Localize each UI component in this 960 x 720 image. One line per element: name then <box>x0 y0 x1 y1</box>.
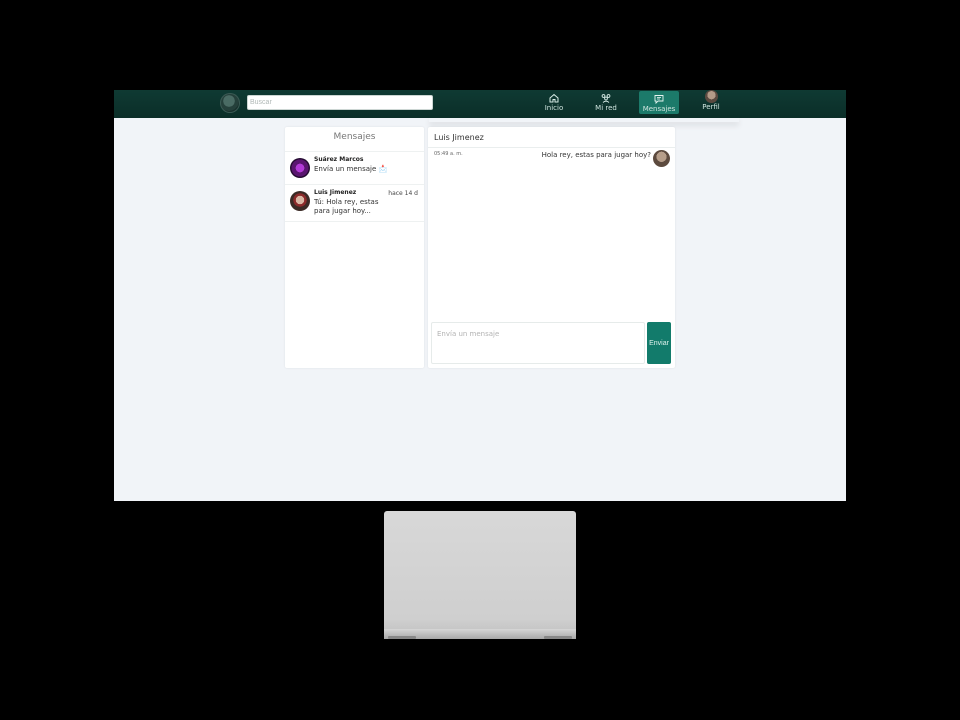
nav-label: Inicio <box>544 104 564 112</box>
monitor-stand <box>384 511 576 639</box>
avatar <box>653 150 670 167</box>
avatar <box>704 90 718 103</box>
monitor-screen: Inicio Mi red Mensajes Perfil Me <box>114 90 846 501</box>
chat-panel: Luis Jimenez 05:49 a. m. Hola rey, estas… <box>428 127 675 368</box>
conversation-name: Suárez Marcos <box>314 156 364 163</box>
message-text: Hola rey, estas para jugar hoy? <box>541 151 651 159</box>
conversation-preview: Tú: Hola rey, estas para jugar hoy... <box>314 198 379 215</box>
message-input[interactable] <box>431 322 645 364</box>
divider <box>428 147 675 148</box>
nav-item-mi-red[interactable]: Mi red <box>586 90 626 114</box>
home-icon <box>549 93 559 103</box>
conversation-name: Luis Jimenez <box>314 189 357 196</box>
list-item[interactable]: Suárez Marcos Envía un mensaje 📩 <box>285 151 424 183</box>
navbar-shadow <box>429 116 739 122</box>
app-logo[interactable] <box>220 93 240 113</box>
chat-contact-name: Luis Jimenez <box>434 133 484 142</box>
message-icon <box>654 95 664 105</box>
message-time: 05:49 a. m. <box>434 151 463 157</box>
stand-foot-left <box>388 636 416 639</box>
stand-foot-right <box>544 636 572 639</box>
avatar <box>290 191 310 211</box>
list-item[interactable]: Luis Jimenez hace 14 d Tú: Hola rey, est… <box>285 184 424 222</box>
people-icon <box>601 94 611 103</box>
conversation-preview: Envía un mensaje 📩 <box>314 165 388 173</box>
nav-label: Mensajes <box>642 105 676 113</box>
nav-item-inicio[interactable]: Inicio <box>534 90 574 114</box>
search-input[interactable] <box>247 95 433 110</box>
avatar <box>290 158 310 178</box>
top-navbar: Inicio Mi red Mensajes Perfil <box>114 90 846 118</box>
nav-label: Mi red <box>595 104 617 112</box>
stand-base <box>384 629 576 639</box>
send-button[interactable]: Enviar <box>647 322 671 364</box>
conversation-time: hace 14 d <box>388 190 418 197</box>
nav-item-perfil[interactable]: Perfil <box>691 90 731 114</box>
nav-label: Perfil <box>702 103 720 111</box>
conversation-list-panel: Mensajes Suárez Marcos Envía un mensaje … <box>285 127 424 368</box>
nav-item-mensajes[interactable]: Mensajes <box>639 91 679 114</box>
list-title: Mensajes <box>333 132 376 142</box>
